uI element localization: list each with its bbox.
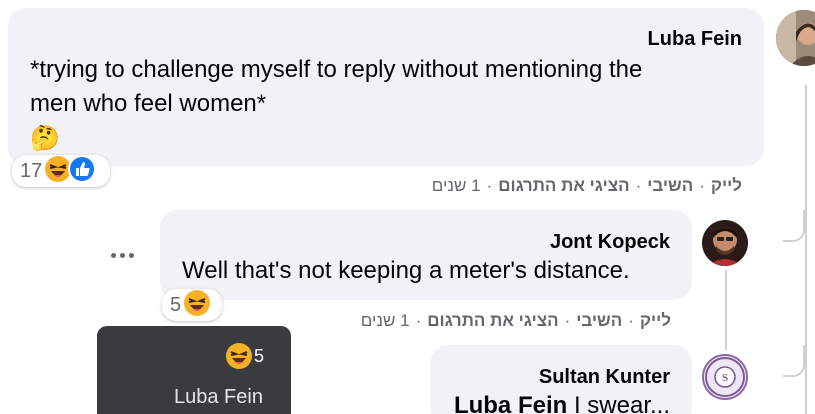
like-link[interactable]: לייק (711, 176, 742, 196)
reply-link[interactable]: השיבי (576, 311, 622, 331)
reaction-count: 17 (20, 159, 43, 182)
more-options-icon[interactable] (111, 253, 134, 258)
comment-actions-2: לייק · השיבי · הציגי את התרגום · 1 שנים (360, 311, 671, 331)
avatar-sultan-kunter[interactable]: S (702, 354, 748, 400)
thread-connector-2 (783, 345, 805, 377)
like-link[interactable]: לייק (640, 311, 671, 331)
comment-text-rest: I swear... (567, 392, 670, 414)
comment-author[interactable]: Jont Kopeck (550, 231, 670, 254)
like-icon (68, 154, 97, 188)
comment-author[interactable]: Luba Fein (648, 28, 742, 51)
thinking-emoji: 🤔 (30, 124, 60, 152)
comment-text-line-2: men who feel women* (30, 90, 267, 117)
thread-connector-1 (783, 210, 805, 242)
timestamp[interactable]: 1 שנים (361, 311, 410, 331)
comment-text: Luba Fein I swear... (454, 390, 670, 414)
see-translation-link[interactable]: הציגי את התרגום (498, 176, 629, 196)
laughing-emoji-icon (183, 289, 211, 322)
tooltip-reactor-name: Luba Fein (174, 386, 263, 408)
reaction-count: 5 (170, 293, 182, 316)
comment-actions-1: לייק · השיבי · הציגי את התרגום · 1 שנים (431, 176, 742, 196)
reaction-summary-2[interactable]: 5 (162, 289, 222, 321)
comment-text-line-1: *trying to challenge myself to reply wit… (30, 56, 643, 83)
tooltip-reaction-count: 5 (254, 346, 265, 366)
avatar-luba-fein[interactable] (776, 10, 815, 66)
reaction-tooltip: 5 Luba Fein (97, 326, 291, 414)
comment-bubble-sultan-kunter: Sultan Kunter Luba Fein I swear... (430, 345, 692, 414)
timestamp[interactable]: 1 שנים (432, 176, 481, 196)
comment-author[interactable]: Sultan Kunter (539, 366, 670, 389)
reply-link[interactable]: השיבי (647, 176, 693, 196)
avatar-jont-kopeck[interactable] (702, 220, 748, 266)
mention-link[interactable]: Luba Fein (454, 392, 567, 414)
see-translation-link[interactable]: הציגי את התרגום (427, 311, 558, 331)
thread-line-main (805, 85, 807, 414)
laughing-emoji-icon (225, 342, 253, 375)
thread-line-reply (725, 270, 727, 350)
comment-bubble-luba-fein: Luba Fein *trying to challenge myself to… (8, 8, 764, 166)
comment-text: Well that's not keeping a meter's distan… (182, 257, 630, 284)
reaction-summary-1[interactable]: 17 (12, 154, 110, 188)
comment-bubble-jont-kopeck: Jont Kopeck Well that's not keeping a me… (160, 210, 692, 300)
svg-text:S: S (722, 372, 728, 384)
